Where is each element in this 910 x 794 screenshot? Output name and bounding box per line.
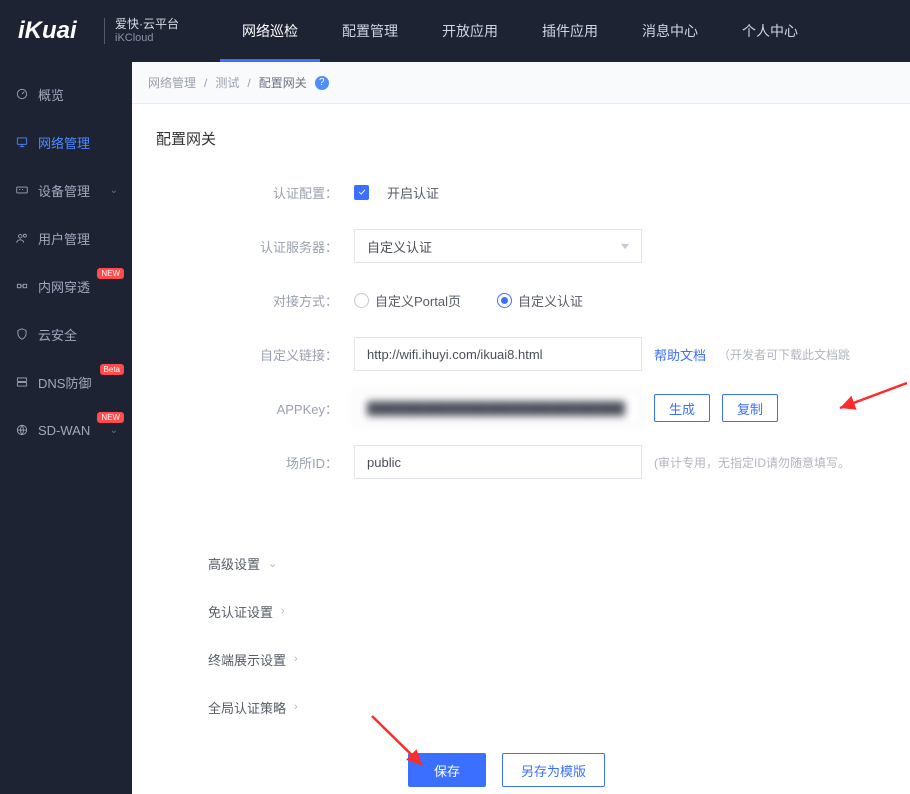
users-icon <box>14 230 30 246</box>
expand-no-auth[interactable]: 免认证设置 › <box>148 587 894 635</box>
expand-global-policy[interactable]: 全局认证策略 › <box>148 683 894 731</box>
sidebar-item-label: 概览 <box>38 85 64 104</box>
auth-server-value: 自定义认证 <box>367 237 432 256</box>
svg-text:iKuai: iKuai <box>18 17 78 44</box>
breadcrumb-test[interactable]: 测试 <box>215 74 239 91</box>
topnav-config[interactable]: 配置管理 <box>320 0 420 62</box>
place-id-hint: (审计专用，无指定ID请勿随意填写。 <box>654 454 850 471</box>
shield-icon <box>14 326 30 342</box>
sidebar-item-users[interactable]: 用户管理 <box>0 214 132 262</box>
advanced-header[interactable]: 高级设置 ⌄ <box>148 539 894 587</box>
radio-custom-auth[interactable]: 自定义认证 <box>497 291 583 310</box>
page-title: 配置网关 <box>148 128 894 167</box>
header-bar: iKuai 爱快·云平台 iKCloud 网络巡检 配置管理 开放应用 插件应用… <box>0 0 910 62</box>
chevron-down-icon: ⌄ <box>110 425 118 436</box>
new-badge: NEW <box>97 412 124 423</box>
help-icon[interactable]: ? <box>315 76 329 90</box>
radio-icon <box>497 293 512 308</box>
enable-auth-text: 开启认证 <box>387 183 439 202</box>
sidebar-item-label: DNS防御 <box>38 373 91 392</box>
brand-en: iKCloud <box>115 32 179 44</box>
copy-button[interactable]: 复制 <box>722 394 778 422</box>
label-custom-url: 自定义链接： <box>154 345 354 364</box>
label-mode: 对接方式： <box>154 291 354 310</box>
expand-terminal-display[interactable]: 终端展示设置 › <box>148 635 894 683</box>
sidebar: 概览 网络管理 设备管理 ⌄ 用户管理 内网穿透 NEW 云安全 DNS防御 B… <box>0 62 132 794</box>
gen-button[interactable]: 生成 <box>654 394 710 422</box>
auth-server-select[interactable]: 自定义认证 <box>354 229 642 263</box>
label-auth-server: 认证服务器： <box>154 237 354 256</box>
sidebar-item-security[interactable]: 云安全 <box>0 310 132 358</box>
sidebar-item-label: 网络管理 <box>38 133 90 152</box>
chevron-right-icon: › <box>281 605 285 617</box>
sidebar-item-label: 内网穿透 <box>38 277 90 296</box>
sidebar-item-label: SD-WAN <box>38 423 90 438</box>
breadcrumb: 网络管理 / 测试 / 配置网关 ? <box>132 62 910 104</box>
chevron-down-icon: ⌄ <box>268 557 277 570</box>
main-content: 网络管理 / 测试 / 配置网关 ? 配置网关 认证配置： 开启认证 认证服务器… <box>132 62 910 794</box>
save-button[interactable]: 保存 <box>408 753 486 787</box>
sidebar-item-sdwan[interactable]: SD-WAN NEW ⌄ <box>0 406 132 454</box>
topnav-plugin[interactable]: 插件应用 <box>520 0 620 62</box>
dashboard-icon <box>14 86 30 102</box>
gateway-panel: 配置网关 认证配置： 开启认证 认证服务器： 自定义认证 <box>132 104 910 794</box>
sidebar-item-dns[interactable]: DNS防御 Beta <box>0 358 132 406</box>
sidebar-item-label: 设备管理 <box>38 181 90 200</box>
sidebar-item-label: 云安全 <box>38 325 77 344</box>
help-doc-link[interactable]: 帮助文档 <box>654 345 706 364</box>
label-appkey: APPKey： <box>154 399 354 418</box>
label-auth-config: 认证配置： <box>154 183 354 202</box>
globe-icon <box>14 422 30 438</box>
sidebar-item-overview[interactable]: 概览 <box>0 70 132 118</box>
topnav-inspect[interactable]: 网络巡检 <box>220 0 320 62</box>
sidebar-item-tunnel[interactable]: 内网穿透 NEW <box>0 262 132 310</box>
beta-badge: Beta <box>100 364 124 375</box>
label-place-id: 场所ID： <box>154 453 354 472</box>
brand-block: iKuai 爱快·云平台 iKCloud <box>0 16 220 46</box>
radio-icon <box>354 293 369 308</box>
custom-url-input[interactable] <box>354 337 642 371</box>
enable-auth-checkbox[interactable] <box>354 185 369 200</box>
sidebar-item-network[interactable]: 网络管理 <box>0 118 132 166</box>
chevron-right-icon: › <box>294 653 298 665</box>
breadcrumb-current: 配置网关 <box>259 74 307 91</box>
new-badge: NEW <box>97 268 124 279</box>
chevron-right-icon: › <box>294 701 298 713</box>
brand-cn: 爱快·云平台 <box>115 18 179 31</box>
sidebar-item-device[interactable]: 设备管理 ⌄ <box>0 166 132 214</box>
logo-icon: iKuai <box>18 16 96 46</box>
topnav-profile[interactable]: 个人中心 <box>720 0 820 62</box>
network-icon <box>14 134 30 150</box>
breadcrumb-network[interactable]: 网络管理 <box>148 74 196 91</box>
tunnel-icon <box>14 278 30 294</box>
topnav-open-app[interactable]: 开放应用 <box>420 0 520 62</box>
sidebar-item-label: 用户管理 <box>38 229 90 248</box>
radio-portal[interactable]: 自定义Portal页 <box>354 291 461 310</box>
dns-icon <box>14 374 30 390</box>
top-nav: 网络巡检 配置管理 开放应用 插件应用 消息中心 个人中心 <box>220 0 820 62</box>
dev-hint: （开发者可下载此文档跳 <box>718 346 850 363</box>
topnav-msg[interactable]: 消息中心 <box>620 0 720 62</box>
save-as-template-button[interactable]: 另存为模版 <box>502 753 605 787</box>
appkey-input[interactable] <box>354 391 642 425</box>
chevron-down-icon: ⌄ <box>110 185 118 196</box>
place-id-input[interactable] <box>354 445 642 479</box>
device-icon <box>14 182 30 198</box>
